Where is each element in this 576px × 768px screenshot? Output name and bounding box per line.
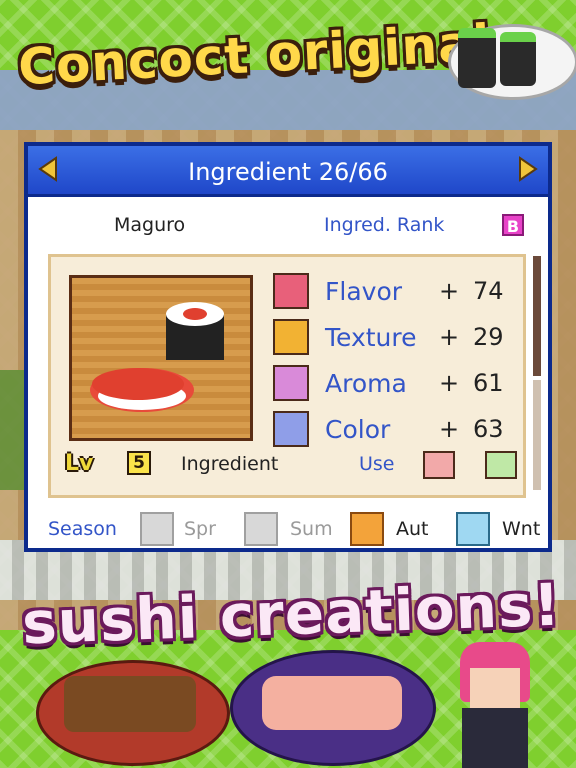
- rank-label: Ingred. Rank: [324, 214, 445, 236]
- ingredient-name: Maguro: [114, 214, 186, 236]
- aroma-icon: [273, 365, 309, 401]
- ingredient-category: Ingredient: [181, 453, 279, 475]
- stat-color: Color + 63: [273, 411, 523, 447]
- eel-sushi-icon: [64, 676, 196, 732]
- stat-label: Texture: [325, 323, 417, 352]
- season-spring: Spr: [184, 518, 216, 540]
- gunkan-sushi-icon: [458, 28, 496, 88]
- autumn-leaf-icon: [350, 512, 384, 546]
- sparkle-icon: [273, 411, 309, 447]
- ingredient-counter: Ingredient 26/66: [188, 158, 388, 186]
- season-autumn: Aut: [396, 518, 429, 540]
- stat-sign: +: [439, 415, 460, 443]
- stat-sign: +: [439, 323, 460, 351]
- panel-header: Ingredient 26/66: [28, 146, 548, 197]
- season-summer: Sum: [290, 518, 333, 540]
- stat-aroma: Aroma + 61: [273, 365, 523, 401]
- ingredient-detail-box: Flavor + 74 Texture + 29 Aroma + 61 Colo…: [48, 254, 526, 498]
- winter-snowflake-icon: [456, 512, 490, 546]
- level-row: Lv 5 Ingredient Use: [51, 447, 529, 487]
- scrollbar-thumb[interactable]: [533, 256, 541, 376]
- stat-value: 74: [473, 277, 504, 305]
- bottle-use-icon[interactable]: [485, 451, 517, 479]
- scrollbar-track[interactable]: [533, 380, 541, 490]
- stat-label: Aroma: [325, 369, 407, 398]
- gunkan-sushi-icon: [500, 32, 536, 86]
- season-row: Season Spr Sum Aut Wnt: [28, 508, 548, 546]
- sushi-use-icon[interactable]: [423, 451, 455, 479]
- spring-flower-icon: [140, 512, 174, 546]
- triangle-right-icon: [519, 156, 538, 182]
- ingredient-panel: Ingredient 26/66 Maguro Ingred. Rank B F…: [24, 142, 552, 552]
- outfit: [462, 708, 528, 768]
- texture-icon: [273, 319, 309, 355]
- stat-sign: +: [439, 277, 460, 305]
- use-label: Use: [359, 453, 395, 475]
- level-value: 5: [127, 451, 151, 475]
- ingredient-image: [69, 275, 253, 441]
- stat-value: 29: [473, 323, 504, 351]
- salmon-sushi-icon: [262, 676, 402, 730]
- stat-sign: +: [439, 369, 460, 397]
- stat-value: 63: [473, 415, 504, 443]
- season-winter: Wnt: [502, 518, 541, 540]
- season-label: Season: [48, 518, 117, 540]
- stat-texture: Texture + 29: [273, 319, 523, 355]
- lips-icon: [273, 273, 309, 309]
- stat-value: 61: [473, 369, 504, 397]
- scrollbar[interactable]: [532, 254, 542, 490]
- next-arrow-button[interactable]: [516, 154, 540, 184]
- face: [470, 668, 520, 708]
- stat-label: Color: [325, 415, 391, 444]
- chef-character: [444, 642, 544, 768]
- level-label: Lv: [65, 451, 94, 476]
- summer-wave-icon: [244, 512, 278, 546]
- stat-flavor: Flavor + 74: [273, 273, 523, 309]
- rank-badge: B: [502, 214, 524, 236]
- stat-label: Flavor: [325, 277, 403, 306]
- maguro-sushi-icon: [90, 302, 224, 412]
- ingredient-title-row: Maguro Ingred. Rank B: [28, 206, 548, 236]
